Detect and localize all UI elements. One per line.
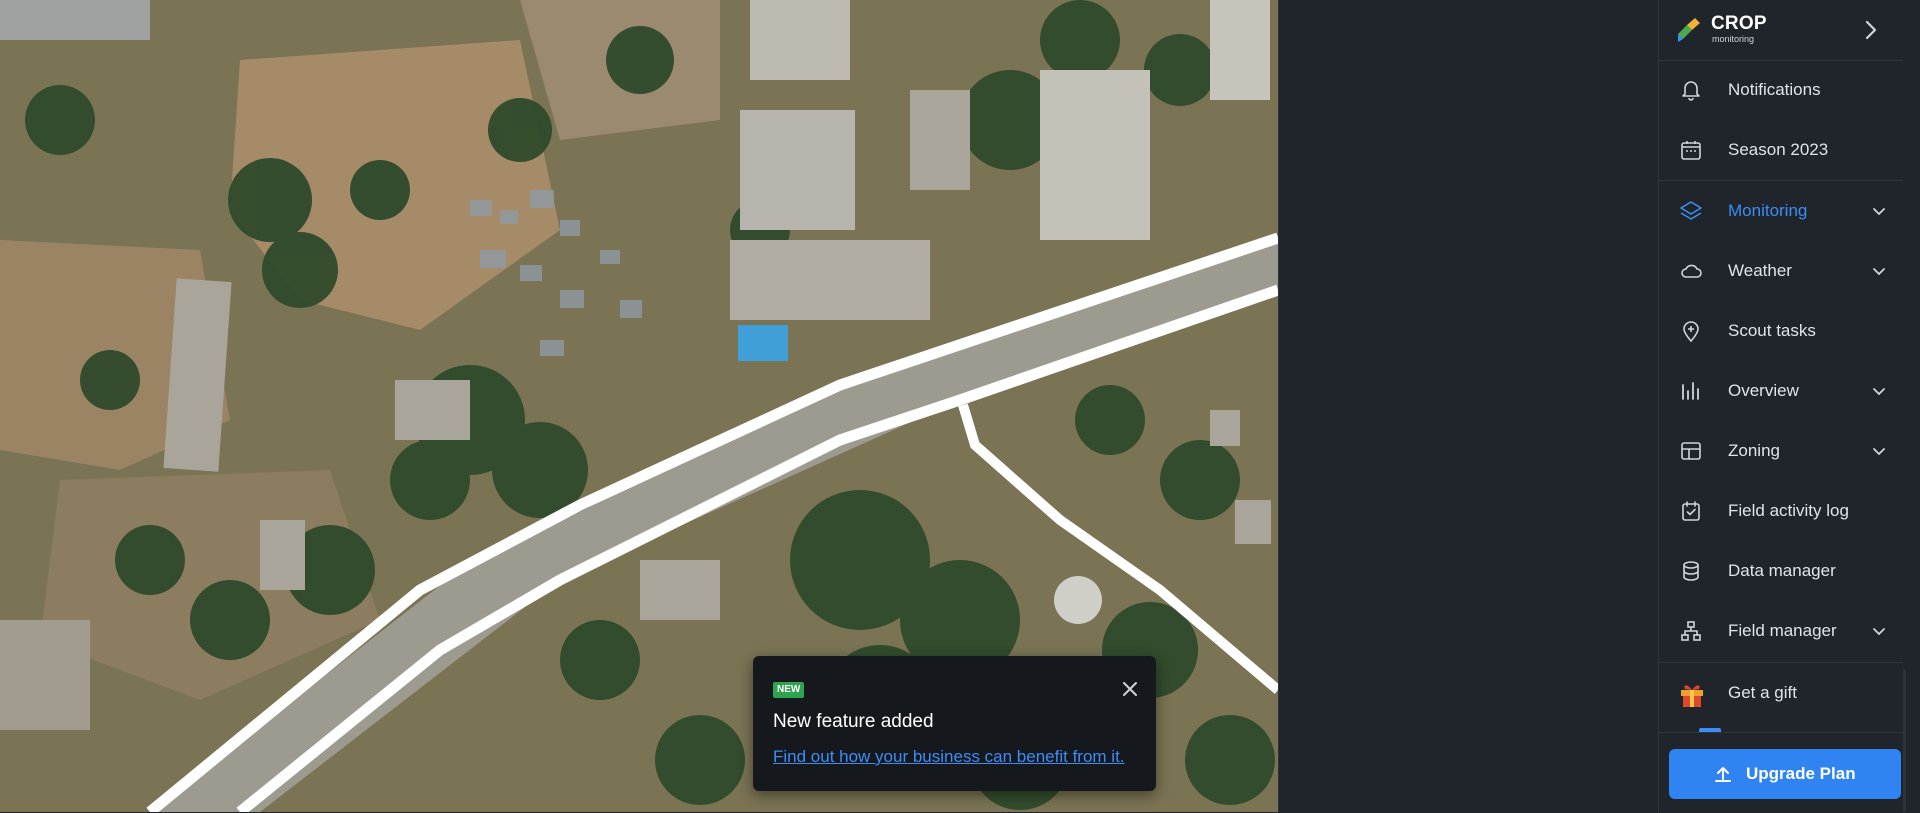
sidebar-item-label: Weather bbox=[1728, 261, 1792, 280]
new-badge: NEW bbox=[773, 682, 805, 698]
sidebar-item-label: Scout tasks bbox=[1728, 321, 1816, 340]
sidebar-menu: Notifications Season 2023 Monitoring Wea… bbox=[1659, 60, 1903, 661]
sidebar-item-label: Monitoring bbox=[1728, 201, 1808, 220]
sidebar-item-field-manager[interactable]: Field manager bbox=[1659, 601, 1903, 661]
sidebar-item-label: Overview bbox=[1728, 381, 1799, 400]
layout-icon bbox=[1679, 439, 1703, 463]
cloud-icon bbox=[1679, 259, 1703, 283]
logo-row: CROP monitoring bbox=[1659, 0, 1903, 61]
empty-panel bbox=[1278, 0, 1659, 812]
upload-icon bbox=[1713, 764, 1733, 784]
sidebar-item-zoning[interactable]: Zoning bbox=[1659, 421, 1903, 481]
sidebar-item-data-manager[interactable]: Data manager bbox=[1659, 541, 1903, 601]
crop-monitoring-logo-icon bbox=[1675, 16, 1703, 44]
expand-sidebar-button[interactable] bbox=[1855, 14, 1887, 46]
chevron-down-icon bbox=[1871, 203, 1887, 219]
sidebar-item-season[interactable]: Season 2023 bbox=[1659, 120, 1903, 180]
bell-icon bbox=[1679, 78, 1703, 102]
gift-icon bbox=[1677, 679, 1707, 709]
toast-link[interactable]: Find out how your business can benefit f… bbox=[773, 747, 1125, 767]
logo-title: CROP bbox=[1711, 13, 1767, 34]
chevron-down-icon bbox=[1871, 263, 1887, 279]
toast-title: New feature added bbox=[773, 711, 934, 732]
chevron-down-icon bbox=[1871, 623, 1887, 639]
sidebar-item-overview[interactable]: Overview bbox=[1659, 361, 1903, 421]
close-icon[interactable] bbox=[1119, 678, 1141, 700]
sidebar-item-label: Zoning bbox=[1728, 441, 1780, 460]
sidebar-item-monitoring[interactable]: Monitoring bbox=[1659, 181, 1903, 241]
chevron-right-icon bbox=[1865, 20, 1877, 40]
upgrade-area: Upgrade Plan bbox=[1659, 732, 1903, 813]
get-a-gift-item[interactable]: Get a gift bbox=[1659, 662, 1903, 723]
chevron-down-icon bbox=[1871, 443, 1887, 459]
upgrade-plan-label: Upgrade Plan bbox=[1746, 764, 1856, 783]
logo-subtitle: monitoring bbox=[1712, 34, 1755, 44]
map-pin-icon bbox=[1679, 319, 1703, 343]
scrollbar[interactable] bbox=[1903, 670, 1906, 812]
upgrade-plan-button[interactable]: Upgrade Plan bbox=[1669, 749, 1901, 799]
sidebar-item-label: Data manager bbox=[1728, 561, 1836, 580]
bar-chart-icon bbox=[1679, 379, 1703, 403]
sidebar: CROP monitoring Notifications Season 202… bbox=[1658, 0, 1903, 813]
get-a-gift-label: Get a gift bbox=[1728, 683, 1797, 702]
sidebar-item-scout-tasks[interactable]: Scout tasks bbox=[1659, 301, 1903, 361]
database-icon bbox=[1679, 559, 1703, 583]
layers-icon bbox=[1679, 199, 1703, 223]
sidebar-item-label: Notifications bbox=[1728, 80, 1821, 99]
sidebar-item-weather[interactable]: Weather bbox=[1659, 241, 1903, 301]
sidebar-item-label: Season 2023 bbox=[1728, 140, 1829, 159]
new-feature-toast: NEW New feature added Find out how your … bbox=[753, 656, 1156, 791]
sidebar-item-notifications[interactable]: Notifications bbox=[1659, 60, 1903, 120]
sidebar-item-label: Field manager bbox=[1728, 621, 1837, 640]
chevron-down-icon bbox=[1871, 383, 1887, 399]
calendar-check-icon bbox=[1679, 499, 1703, 523]
sidebar-item-field-activity-log[interactable]: Field activity log bbox=[1659, 481, 1903, 541]
calendar-icon bbox=[1679, 138, 1703, 162]
sidebar-item-label: Field activity log bbox=[1728, 501, 1849, 520]
hierarchy-icon bbox=[1679, 619, 1703, 643]
